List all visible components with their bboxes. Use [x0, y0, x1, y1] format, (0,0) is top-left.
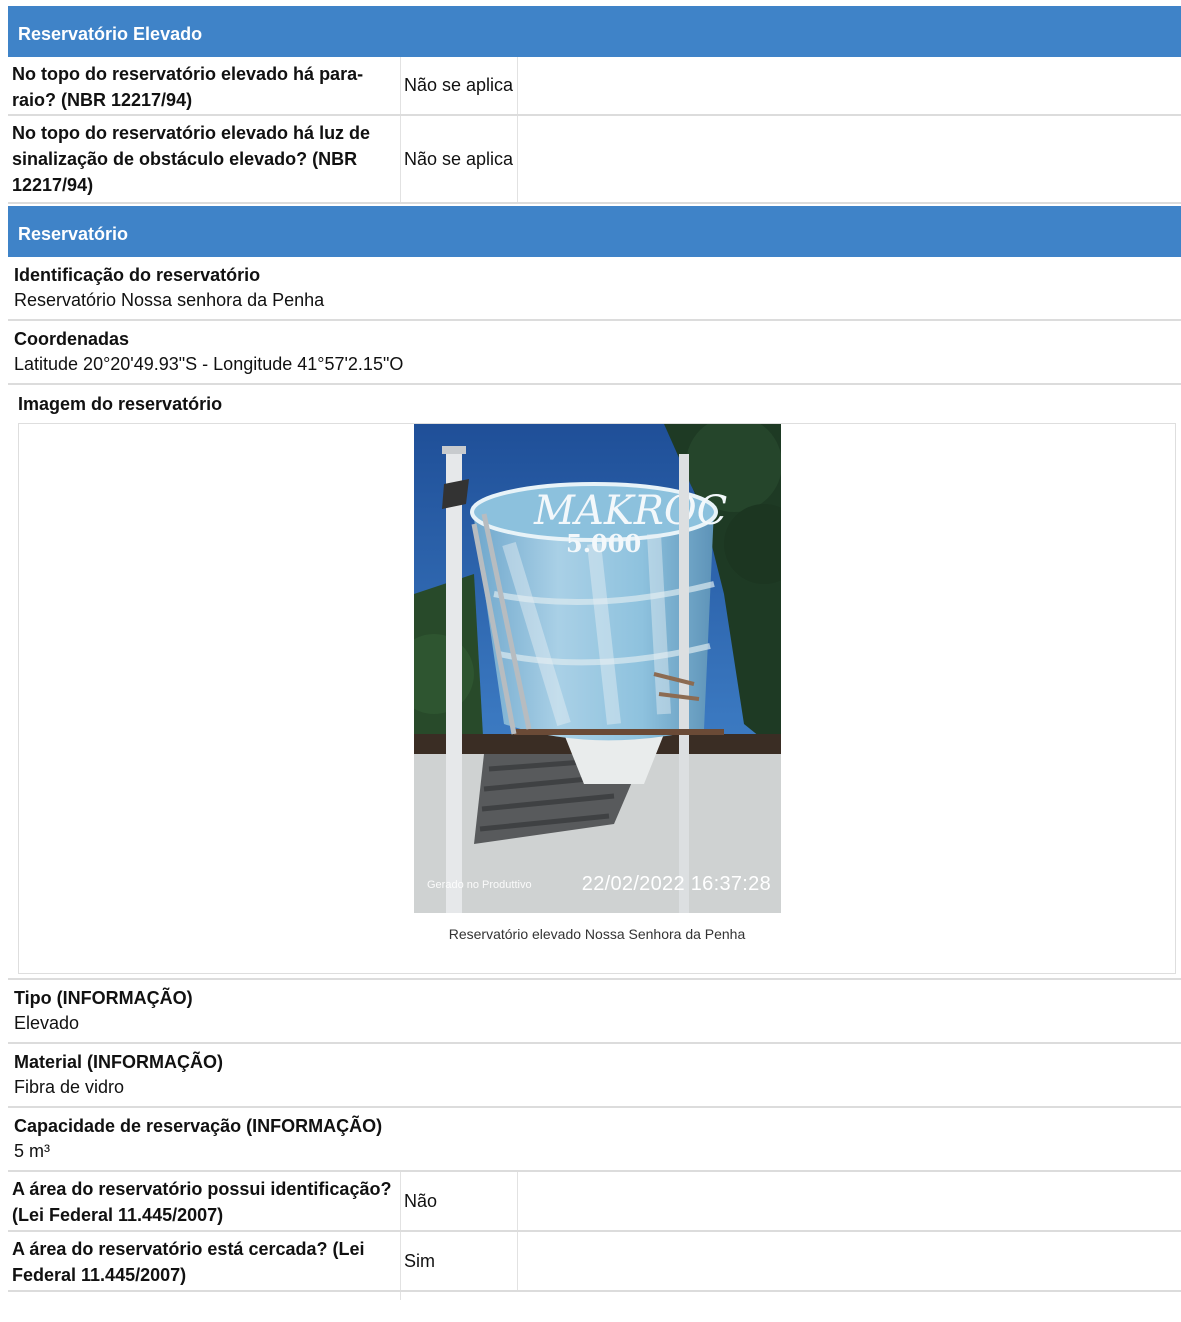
image-container: MAKROC 5.000 Gerado no Produttivo 22/02/…	[18, 423, 1176, 974]
field-imagem: Imagem do reservatório MAKROC 5.000 Gera…	[8, 385, 1181, 980]
answer-notes-cell	[518, 57, 1181, 114]
field-value: Latitude 20°20'49.93"S - Longitude 41°57…	[14, 354, 404, 374]
field-label: Capacidade de reservação (INFORMAÇÃO)	[14, 1116, 383, 1136]
field-label: Coordenadas	[14, 329, 130, 349]
field-capacidade: Capacidade de reservação (INFORMAÇÃO) 5 …	[8, 1108, 1181, 1172]
answer-para-raio: Não se aplica	[401, 57, 518, 114]
field-identificacao: Identificação do reservatório Reservatór…	[8, 257, 1181, 321]
field-label: Tipo (INFORMAÇÃO)	[14, 988, 193, 1008]
svg-text:5.000: 5.000	[566, 529, 641, 558]
svg-text:MAKROC: MAKROC	[533, 488, 727, 534]
section-header-reservatorio-elevado: Reservatório Elevado	[8, 6, 1181, 57]
question-row-area-cercada: A área do reservatório está cercada? (Le…	[8, 1232, 1181, 1292]
field-coordenadas: Coordenadas Latitude 20°20'49.93"S - Lon…	[8, 321, 1181, 385]
question-row-para-raio: No topo do reservatório elevado há para-…	[8, 57, 1181, 116]
section-header-reservatorio: Reservatório	[8, 206, 1181, 257]
reservoir-photo[interactable]: MAKROC 5.000 Gerado no Produttivo 22/02/…	[414, 424, 781, 913]
answer-area-cercada: Sim	[401, 1232, 518, 1290]
answer-notes-cell	[518, 1232, 1181, 1290]
question-identificacao-area: A área do reservatório possui identifica…	[8, 1172, 401, 1230]
field-tipo: Tipo (INFORMAÇÃO) Elevado	[8, 980, 1181, 1044]
field-value: 5 m³	[14, 1141, 50, 1161]
question-luz-sinalizacao: No topo do reservatório elevado há luz d…	[8, 116, 401, 202]
question-row-luz-sinalizacao: No topo do reservatório elevado há luz d…	[8, 116, 1181, 204]
report-page: Reservatório Elevado No topo do reservat…	[8, 6, 1181, 1300]
question-row-identificacao-area: A área do reservatório possui identifica…	[8, 1172, 1181, 1232]
field-value: Fibra de vidro	[14, 1077, 125, 1097]
answer-notes-cell	[518, 116, 1181, 202]
question-para-raio: No topo do reservatório elevado há para-…	[8, 57, 401, 114]
answer-luz-sinalizacao: Não se aplica	[401, 116, 518, 202]
question-area-cercada: A área do reservatório está cercada? (Le…	[8, 1232, 401, 1290]
photo-stamp-datetime: 22/02/2022 16:37:28	[581, 873, 771, 895]
table-continuation	[8, 1292, 401, 1300]
field-label: Identificação do reservatório	[14, 265, 261, 285]
field-label: Material (INFORMAÇÃO)	[14, 1052, 224, 1072]
field-value: Elevado	[14, 1013, 80, 1033]
image-caption: Reservatório elevado Nossa Senhora da Pe…	[448, 926, 746, 942]
photo-stamp-source: Gerado no Produttivo	[427, 879, 532, 891]
field-label: Imagem do reservatório	[18, 394, 223, 414]
answer-notes-cell	[518, 1172, 1181, 1230]
field-value: Reservatório Nossa senhora da Penha	[14, 290, 325, 310]
answer-identificacao-area: Não	[401, 1172, 518, 1230]
field-material: Material (INFORMAÇÃO) Fibra de vidro	[8, 1044, 1181, 1108]
